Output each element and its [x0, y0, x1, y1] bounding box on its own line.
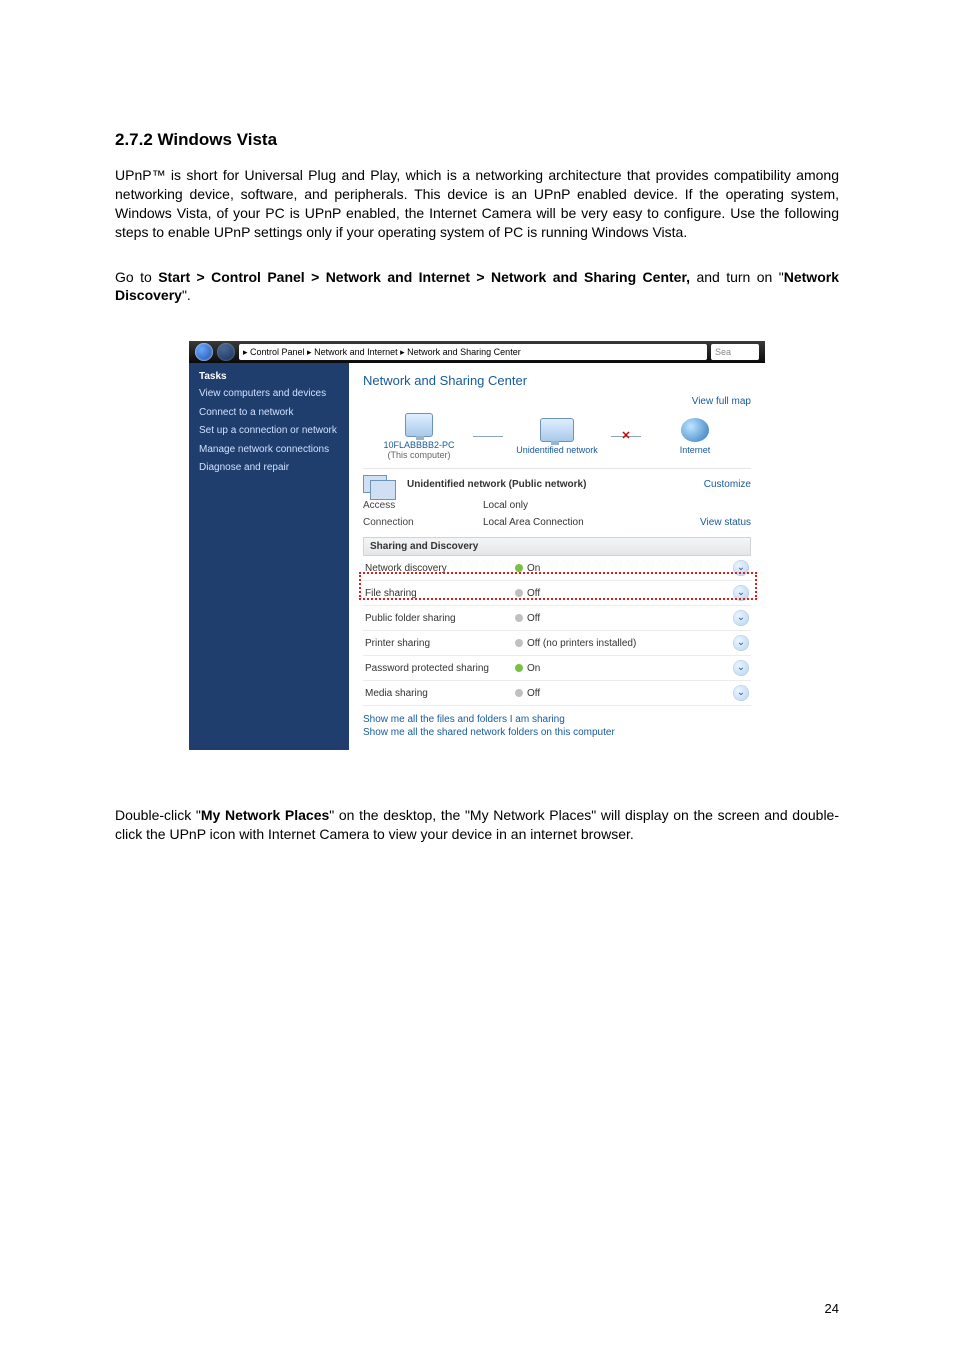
text-fragment: Double-click "	[115, 807, 201, 823]
connection-value: Local Area Connection	[483, 517, 700, 528]
sharing-row: Password protected sharingOn⌄	[363, 656, 751, 681]
nav-path: Start > Control Panel > Network and Inte…	[158, 269, 690, 285]
pc-name: 10FLABBBB2-PC	[369, 440, 469, 450]
network-map: 10FLABBBB2-PC (This computer) Unidentifi…	[363, 407, 751, 468]
status-dot-icon	[515, 664, 523, 672]
sharing-name: Public folder sharing	[365, 613, 515, 624]
sharing-row: Public folder sharingOff⌄	[363, 606, 751, 631]
sharing-discovery-header: Sharing and Discovery	[363, 537, 751, 556]
status-dot-icon	[515, 564, 523, 572]
page-number: 24	[825, 1301, 839, 1316]
unidentified-network-label: Unidentified network (Public network)	[407, 479, 586, 490]
sharing-value: Off (no printers installed)	[515, 638, 733, 649]
show-network-folders-link[interactable]: Show me all the shared network folders o…	[363, 727, 751, 738]
access-label: Access	[363, 500, 483, 511]
text-fragment: ".	[182, 287, 191, 303]
chevron-down-icon[interactable]: ⌄	[733, 560, 749, 576]
screenshot-container: ▸ Control Panel ▸ Network and Internet ▸…	[189, 327, 765, 750]
breadcrumb[interactable]: ▸ Control Panel ▸ Network and Internet ▸…	[239, 344, 707, 360]
section-heading: 2.7.2 Windows Vista	[115, 130, 839, 150]
disconnected-x-icon: ✕	[621, 429, 630, 442]
sharing-value: Off	[515, 613, 733, 624]
status-dot-icon	[515, 689, 523, 697]
unidentified-network-row: Unidentified network (Public network) Cu…	[363, 468, 751, 497]
show-me-links: Show me all the files and folders I am s…	[363, 714, 751, 738]
sharing-value: Off	[515, 688, 733, 699]
followup-paragraph: Double-click "My Network Places" on the …	[115, 806, 839, 844]
computer-icon	[405, 413, 433, 437]
connection-row: Connection Local Area Connection View st…	[363, 514, 751, 531]
sharing-value: Off	[515, 588, 733, 599]
task-diagnose-repair[interactable]: Diagnose and repair	[199, 462, 339, 475]
view-full-map-link[interactable]: View full map	[692, 396, 751, 407]
sharing-value: On	[515, 563, 733, 574]
sharing-row: File sharingOff⌄	[363, 581, 751, 606]
search-placeholder: Sea	[715, 347, 731, 357]
sharing-name: Printer sharing	[365, 638, 515, 649]
access-value: Local only	[483, 500, 751, 511]
pc-sublabel: (This computer)	[369, 450, 469, 460]
status-dot-icon	[515, 589, 523, 597]
sharing-row: Network discoveryOn⌄	[363, 556, 751, 581]
page-title: Network and Sharing Center	[363, 373, 751, 388]
view-status-link[interactable]: View status	[700, 517, 751, 528]
sharing-name: Media sharing	[365, 688, 515, 699]
connection-label: Connection	[363, 517, 483, 528]
status-dot-icon	[515, 639, 523, 647]
sharing-name: File sharing	[365, 588, 515, 599]
chevron-down-icon[interactable]: ⌄	[733, 610, 749, 626]
sharing-discovery-label: Sharing and Discovery	[370, 541, 478, 552]
task-connect-network[interactable]: Connect to a network	[199, 407, 339, 420]
search-box[interactable]: Sea	[711, 344, 759, 360]
sharing-name: Network discovery	[365, 563, 515, 574]
chevron-down-icon[interactable]: ⌄	[733, 585, 749, 601]
instruction-paragraph: Go to Start > Control Panel > Network an…	[115, 268, 839, 306]
node-unidentified: Unidentified network	[507, 418, 607, 455]
task-manage-connections[interactable]: Manage network connections	[199, 444, 339, 457]
access-row: Access Local only	[363, 497, 751, 514]
chevron-down-icon[interactable]: ⌄	[733, 635, 749, 651]
chevron-down-icon[interactable]: ⌄	[733, 685, 749, 701]
network-icon	[540, 418, 574, 442]
unidentified-name: Unidentified network	[507, 445, 607, 455]
show-files-link[interactable]: Show me all the files and folders I am s…	[363, 714, 751, 725]
intro-paragraph: UPnP™ is short for Universal Plug and Pl…	[115, 166, 839, 242]
my-network-places-term: My Network Places	[201, 807, 329, 823]
globe-icon	[681, 418, 709, 442]
task-view-computers[interactable]: View computers and devices	[199, 388, 339, 401]
task-setup-connection[interactable]: Set up a connection or network	[199, 425, 339, 438]
internet-name: Internet	[645, 445, 745, 455]
breadcrumb-text: ▸ Control Panel ▸ Network and Internet ▸…	[243, 347, 521, 358]
chevron-down-icon[interactable]: ⌄	[733, 660, 749, 676]
sharing-value: On	[515, 663, 733, 674]
forward-button[interactable]	[217, 343, 235, 361]
text-fragment: Go to	[115, 269, 158, 285]
network-pair-icon	[363, 475, 387, 493]
tasks-sidebar: Tasks View computers and devices Connect…	[189, 363, 349, 750]
status-dot-icon	[515, 614, 523, 622]
node-internet: Internet	[645, 418, 745, 455]
sharing-row: Printer sharingOff (no printers installe…	[363, 631, 751, 656]
main-panel: Network and Sharing Center View full map…	[349, 363, 765, 750]
back-button[interactable]	[195, 343, 213, 361]
customize-link[interactable]: Customize	[704, 479, 751, 490]
explorer-address-bar: ▸ Control Panel ▸ Network and Internet ▸…	[189, 341, 765, 363]
sharing-name: Password protected sharing	[365, 663, 515, 674]
node-this-pc: 10FLABBBB2-PC (This computer)	[369, 413, 469, 460]
tasks-header: Tasks	[199, 371, 339, 382]
text-fragment: and turn on "	[690, 269, 784, 285]
sharing-row: Media sharingOff⌄	[363, 681, 751, 706]
